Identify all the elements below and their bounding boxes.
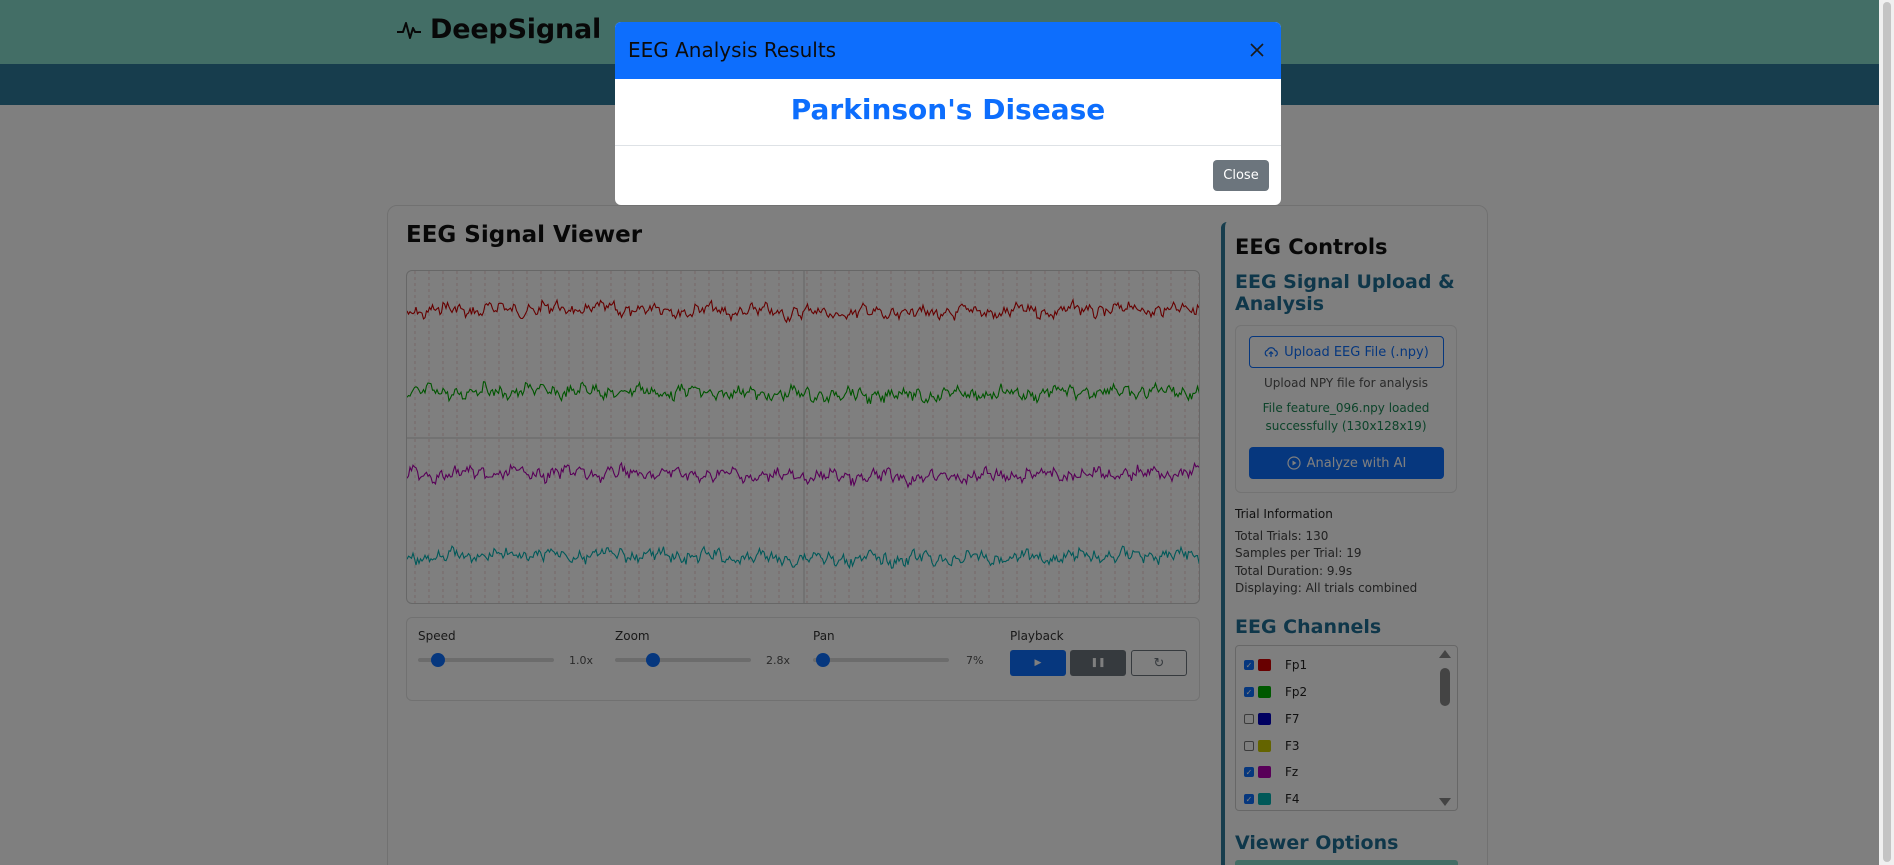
analysis-results-modal: EEG Analysis Results Parkinson's Disease… — [615, 22, 1281, 205]
modal-title: EEG Analysis Results — [628, 38, 837, 62]
page-scrollbar-thumb[interactable] — [1883, 2, 1891, 862]
page-scrollbar[interactable] — [1879, 0, 1894, 865]
modal-header: EEG Analysis Results — [615, 22, 1281, 79]
modal-divider — [615, 145, 1281, 146]
close-button[interactable]: Close — [1213, 160, 1269, 191]
diagnosis-result: Parkinson's Disease — [790, 93, 1106, 126]
close-icon[interactable] — [1248, 41, 1266, 59]
